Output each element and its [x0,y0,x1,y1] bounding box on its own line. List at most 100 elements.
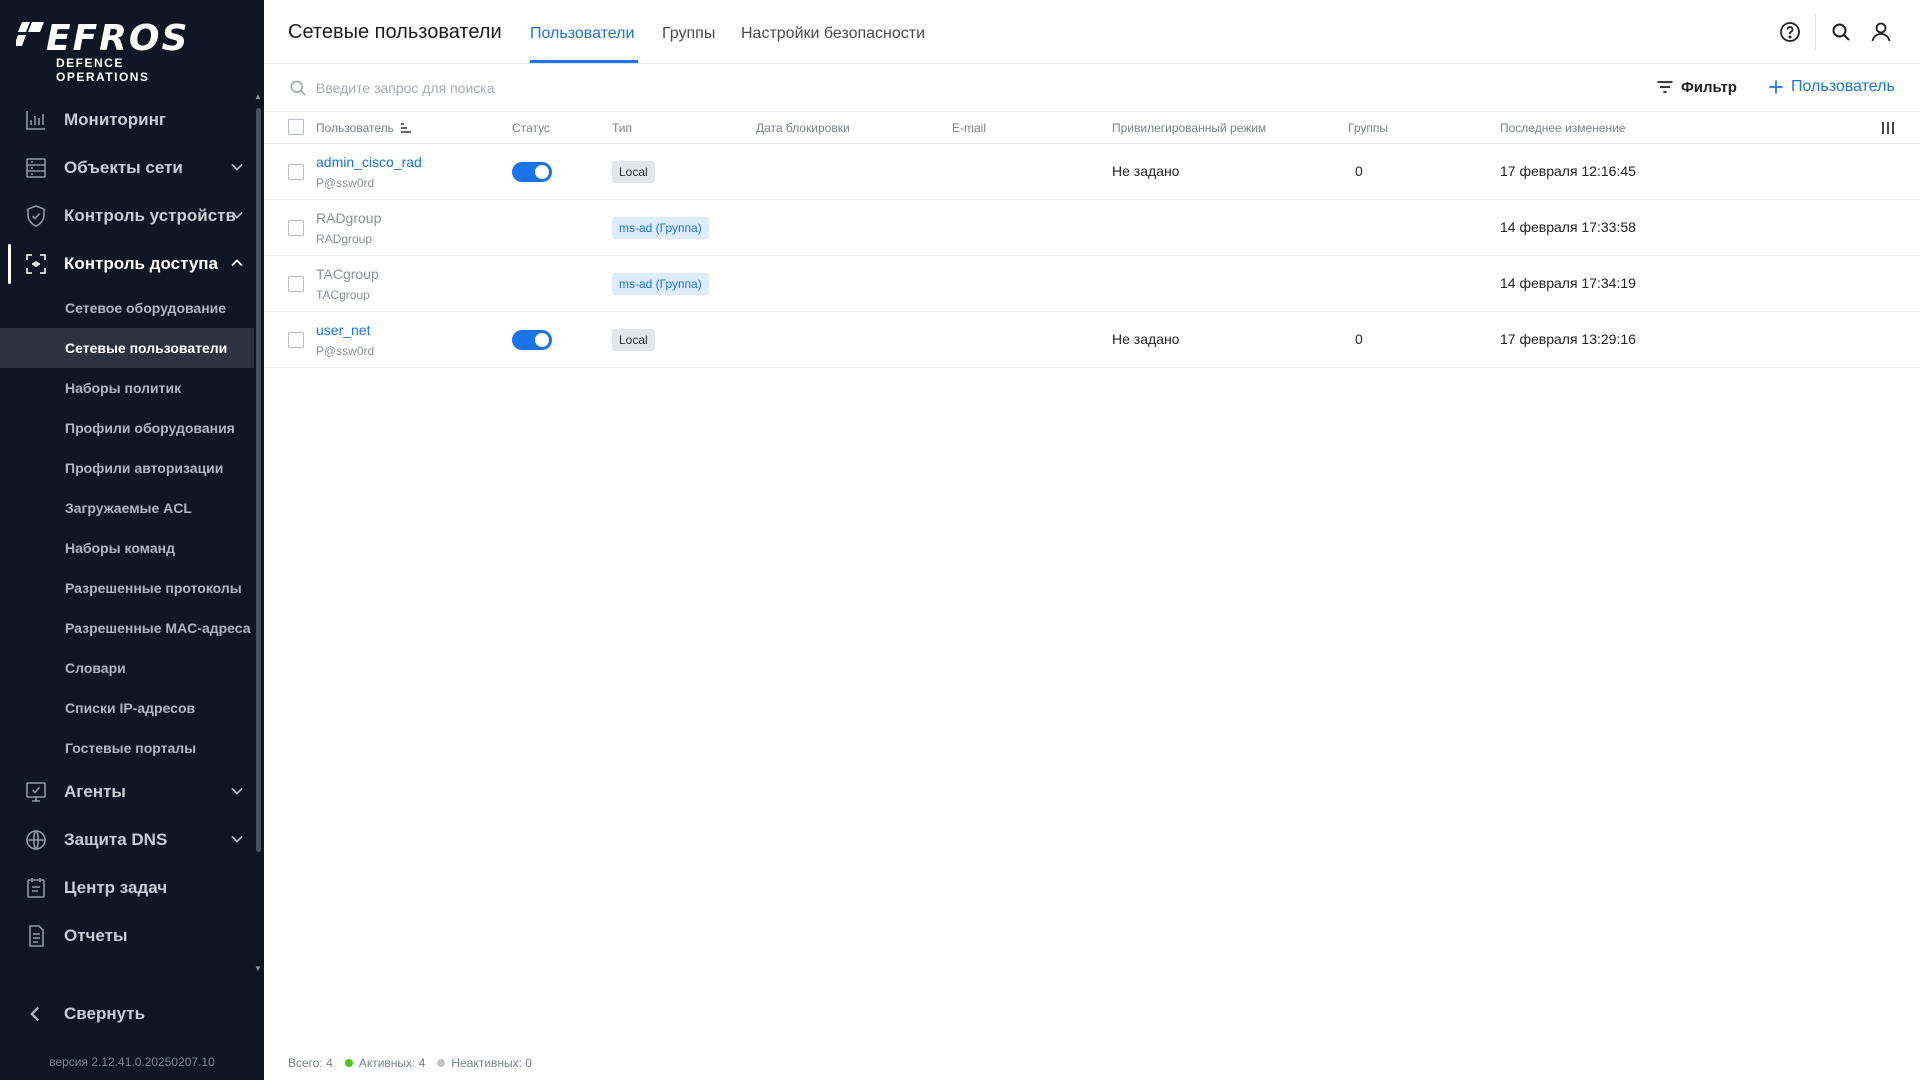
sidebar-item-access-control[interactable]: Контроль доступа [0,240,254,288]
logo-text: EFROS [46,18,190,59]
sidebar-item-label: Объекты сети [64,158,183,177]
inactive-count: Неактивных: 0 [451,1056,532,1070]
modified-cell: 17 февраля 12:16:45 [1500,163,1636,179]
column-header-status[interactable]: Статус [512,121,550,135]
search-input[interactable] [316,74,916,102]
user-subtext: P@ssw0rd [316,176,375,190]
column-header-modified[interactable]: Последнее изменение [1500,121,1625,135]
help-icon[interactable] [1778,20,1802,44]
chevron-down-icon[interactable] [230,208,244,222]
filter-button[interactable]: Фильтр [1655,77,1737,97]
tab-security-settings[interactable]: Настройки безопасности [741,25,925,43]
modified-cell: 17 февраля 13:29:16 [1500,331,1636,347]
user-subtext: TACgroup [316,288,370,302]
user-name-link[interactable]: admin_cisco_rad [316,154,422,170]
logo-subtitle: DEFENCE OPERATIONS [56,56,150,84]
sidebar-item-device-control[interactable]: Контроль устройств [0,192,254,240]
sidebar-item-label: Отчеты [64,926,128,945]
sidebar-item-task-center[interactable]: Центр задач [0,864,254,912]
users-table: Пользователь Статус Тип Дата блокировки … [264,112,1920,368]
groups-cell: 0 [1355,331,1363,347]
table-footer-summary: Всего: 4 Активных: 4 Неактивных: 0 [288,1056,532,1070]
chevron-down-icon[interactable] [230,832,244,846]
modified-cell: 14 февраля 17:34:19 [1500,275,1636,291]
sidebar-item-reports[interactable]: Отчеты [0,912,254,960]
select-all-checkbox[interactable] [288,119,304,135]
sort-icon[interactable] [400,122,412,134]
table-row[interactable]: RADgroup RADgroup ms-ad (Группа) 14 февр… [264,200,1920,256]
columns-settings-icon[interactable] [1880,121,1896,135]
monitor-check-icon [26,782,46,802]
table-header: Пользователь Статус Тип Дата блокировки … [264,112,1920,144]
sidebar-subitem-dictionaries[interactable]: Словари [0,648,254,688]
table-row[interactable]: user_net P@ssw0rd Local Не задано 0 17 ф… [264,312,1920,368]
calendar-icon [27,878,45,898]
header-divider [1815,14,1816,50]
total-count: Всего: 4 [288,1056,333,1070]
column-header-groups[interactable]: Группы [1348,121,1388,135]
sidebar-item-label: Защита DNS [64,830,168,849]
sidebar-subitem-allowed-protocols[interactable]: Разрешенные протоколы [0,568,254,608]
column-header-email[interactable]: E-mail [952,121,986,135]
column-header-priv-mode[interactable]: Привилегированный режим [1112,121,1266,135]
chevron-up-icon[interactable] [230,256,244,270]
row-checkbox[interactable] [288,332,304,348]
server-rack-icon [26,158,46,178]
status-toggle[interactable] [512,330,552,350]
sidebar-subitem-network-equipment[interactable]: Сетевое оборудование [0,288,254,328]
groups-cell: 0 [1355,163,1363,179]
chevron-down-icon[interactable] [230,784,244,798]
sidebar-subitem-downloadable-acl[interactable]: Загружаемые ACL [0,488,254,528]
sidebar-subitem-authorization-profiles[interactable]: Профили авторизации [0,448,254,488]
table-row[interactable]: TACgroup TACgroup ms-ad (Группа) 14 февр… [264,256,1920,312]
add-user-button[interactable]: Пользователь [1766,77,1895,97]
type-badge: ms-ad (Группа) [612,217,709,239]
user-name[interactable]: TACgroup [316,266,379,282]
table-toolbar: Фильтр Пользователь [264,64,1920,112]
user-profile-icon[interactable] [1869,20,1893,44]
scroll-up-arrow-icon[interactable]: ▲ [254,92,262,101]
chevron-down-icon[interactable] [230,160,244,174]
type-badge: Local [612,329,655,351]
add-user-label: Пользователь [1791,78,1895,95]
sidebar-subitem-equipment-profiles[interactable]: Профили оборудования [0,408,254,448]
active-status-dot [344,1059,353,1067]
plus-icon [1769,80,1783,94]
row-checkbox[interactable] [288,220,304,236]
document-icon [29,925,44,947]
sidebar-scrollbar[interactable] [256,108,261,852]
tab-groups[interactable]: Группы [662,25,715,43]
sidebar-subitem-allowed-mac[interactable]: Разрешенные MAC-адреса [0,608,254,648]
modified-cell: 14 февраля 17:33:58 [1500,219,1636,235]
efros-logo[interactable]: EFROS DEFENCE OPERATIONS [16,18,196,84]
user-name-link[interactable]: user_net [316,322,370,338]
column-header-block-date[interactable]: Дата блокировки [756,121,850,135]
user-name[interactable]: RADgroup [316,210,381,226]
sidebar-subitem-command-sets[interactable]: Наборы команд [0,528,254,568]
sidebar-item-label: Мониторинг [64,110,166,129]
sidebar-item-monitoring[interactable]: Мониторинг [0,96,254,144]
sidebar-item-agents[interactable]: Агенты [0,768,254,816]
main-content: Сетевые пользователи Пользователи Группы… [264,0,1920,1080]
status-toggle[interactable] [512,162,552,182]
sidebar-item-dns-protection[interactable]: Защита DNS [0,816,254,864]
sidebar-subitem-guest-portals[interactable]: Гостевые порталы [0,728,254,768]
column-header-label: Пользователь [316,121,394,135]
table-row[interactable]: admin_cisco_rad P@ssw0rd Local Не задано… [264,144,1920,200]
priv-mode-cell: Не задано [1112,331,1180,347]
sidebar-item-label: Агенты [64,782,126,801]
row-checkbox[interactable] [288,276,304,292]
tab-users[interactable]: Пользователи [530,25,634,43]
column-header-type[interactable]: Тип [612,121,632,135]
sidebar-subitem-ip-lists[interactable]: Списки IP-адресов [0,688,254,728]
row-checkbox[interactable] [288,164,304,180]
search-icon[interactable] [1829,20,1853,44]
sidebar-subitem-policy-sets[interactable]: Наборы политик [0,368,254,408]
sidebar-collapse-button[interactable]: Свернуть [0,1000,254,1028]
column-header-user[interactable]: Пользователь [316,121,412,135]
sidebar: EFROS DEFENCE OPERATIONS ▲ ▼ Мониторинг … [0,0,264,1080]
sidebar-nav: Мониторинг Объекты сети Контроль устройс… [0,96,254,960]
sidebar-item-network-objects[interactable]: Объекты сети [0,144,254,192]
scroll-down-arrow-icon[interactable]: ▼ [254,964,262,973]
sidebar-subitem-network-users[interactable]: Сетевые пользователи [0,328,254,368]
